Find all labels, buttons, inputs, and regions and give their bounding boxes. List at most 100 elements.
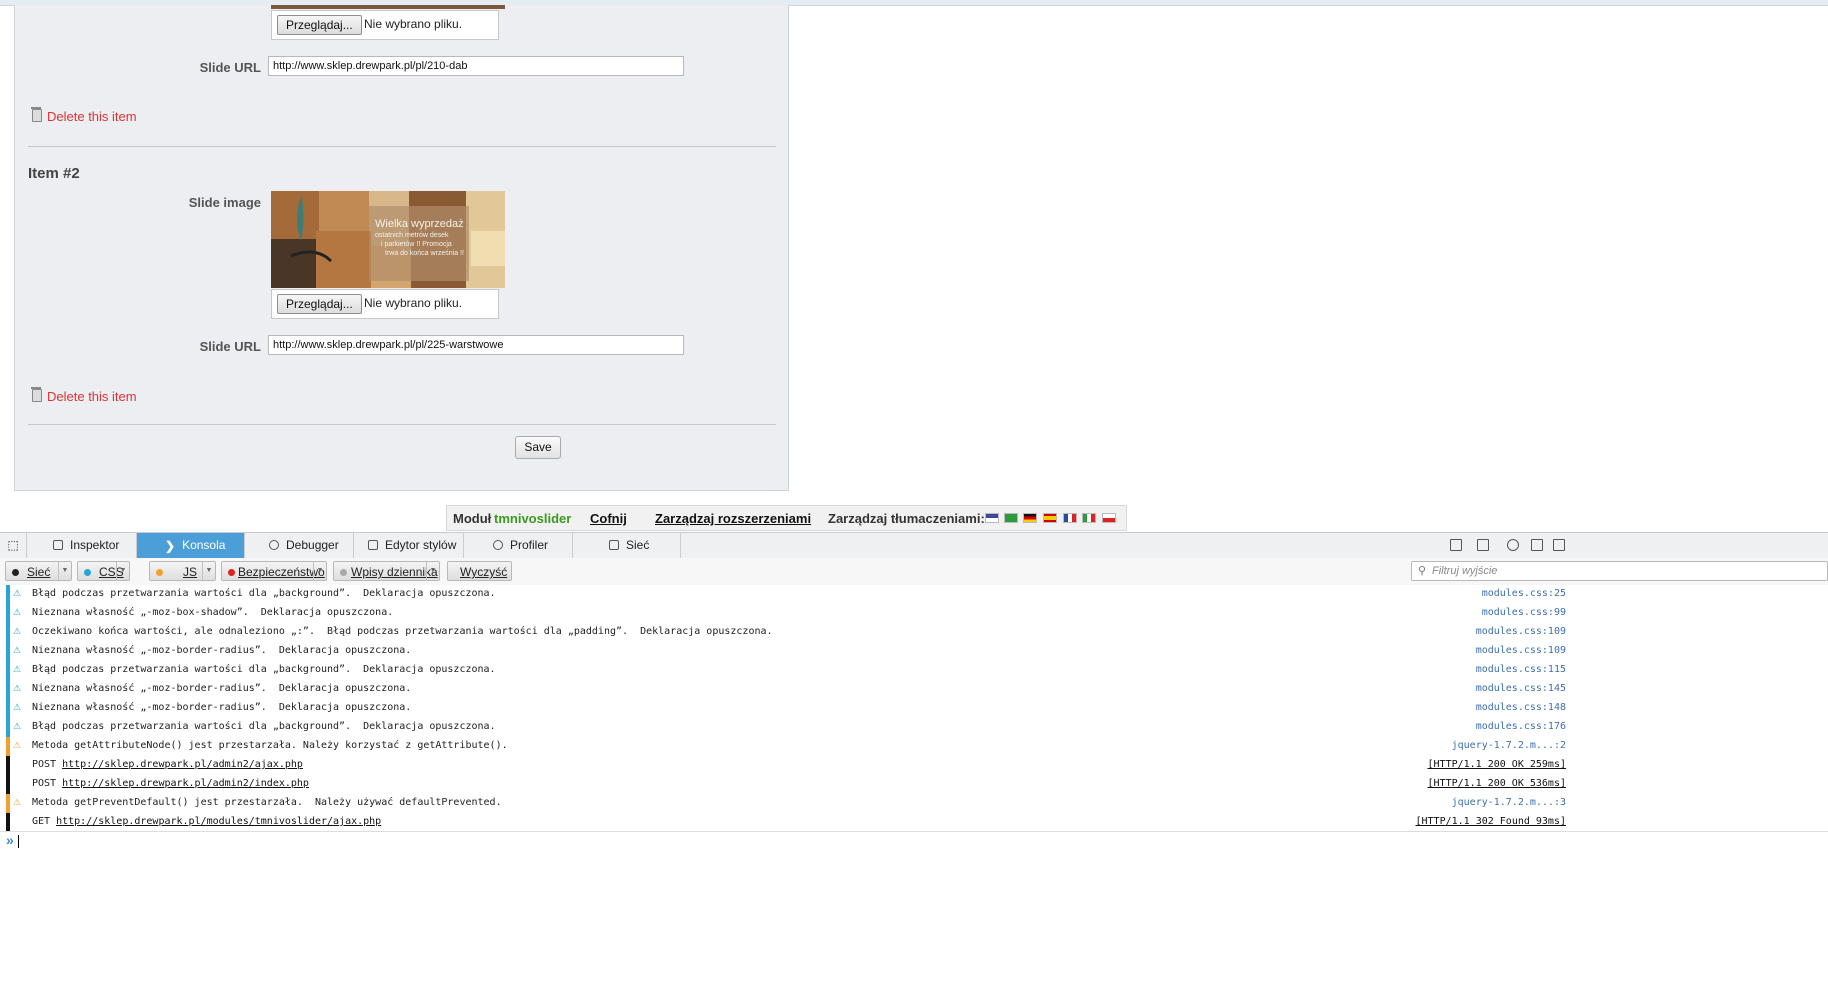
message-category-bar — [6, 699, 10, 718]
message-category-bar — [6, 718, 10, 737]
undock-window-icon[interactable] — [1553, 539, 1565, 551]
filter-js-button[interactable]: JS ▼ — [149, 561, 216, 581]
console-output: ⚠ Błąd podczas przetwarzania wartości dla… — [0, 585, 1828, 832]
filter-js-label: JS — [183, 565, 198, 579]
tab-console[interactable]: ❯ Konsola — [137, 533, 245, 558]
flag-en-icon[interactable] — [985, 513, 999, 523]
filter-log-button[interactable]: Wpisy dziennika ▼ — [333, 561, 440, 581]
save-button[interactable]: Save — [515, 436, 561, 459]
gear-icon[interactable] — [1507, 539, 1519, 551]
flag-fr-icon[interactable] — [1063, 513, 1077, 523]
svg-text:Wielka wyprzedaż: Wielka wyprzedaż — [375, 218, 464, 230]
chevron-down-icon[interactable]: ▼ — [202, 562, 215, 580]
manage-translations-label: Zarządzaj tłumaczeniami: — [828, 511, 985, 526]
console-filter-bar: Sieć ▼ CSS ▼ JS ▼ Bezpieczeństwo ▼ Wpisy dzi… — [0, 558, 1828, 586]
console-input[interactable]: » — [0, 831, 1828, 851]
message-source-link[interactable]: modules.css:109 — [1476, 645, 1566, 656]
flag-pl-icon[interactable] — [1102, 513, 1116, 523]
warning-icon: ⚠ — [13, 684, 22, 694]
flag-es-icon[interactable] — [1043, 513, 1057, 523]
manage-extensions-link[interactable]: Zarządzaj rozszerzeniami — [655, 511, 811, 526]
back-link[interactable]: Cofnij — [590, 511, 627, 526]
message-text: Metoda getAttributeNode() jest przestarz… — [32, 740, 508, 751]
chevron-down-icon[interactable]: ▼ — [313, 562, 326, 580]
warning-icon: ⚠ — [13, 798, 22, 808]
message-source-link[interactable]: jquery-1.7.2.m...:2 — [1452, 740, 1566, 751]
filter-log-label: Wpisy dziennika — [351, 565, 438, 579]
message-source-link[interactable]: modules.css:25 — [1482, 588, 1566, 599]
message-category-bar — [6, 756, 10, 775]
request-url-link[interactable]: http://sklep.drewpark.pl/admin2/ajax.php — [62, 759, 303, 770]
filter-output-input[interactable]: ⚲ Filtruj wyjście — [1411, 561, 1828, 581]
tab-network[interactable]: Sieć — [573, 533, 681, 558]
request-method: POST — [32, 759, 63, 770]
message-text: Nieznana własność „-moz-border-radius”. … — [32, 683, 412, 694]
item2-browse-button[interactable]: Przeglądaj... — [277, 294, 362, 314]
clear-button[interactable]: Wyczyść — [447, 561, 512, 581]
style-editor-icon — [368, 540, 378, 550]
message-source-link[interactable]: [HTTP/1.1 302 Found 93ms] — [1415, 816, 1566, 827]
net-dot-icon — [12, 569, 19, 576]
divider — [28, 146, 776, 147]
tab-profiler[interactable]: Profiler — [464, 533, 573, 558]
console-message-row: ⚠ Błąd podczas przetwarzania wartości dla… — [0, 585, 1828, 604]
item1-browse-button[interactable]: Przeglądaj... — [277, 15, 362, 35]
request-method: GET — [32, 816, 57, 827]
message-source-link[interactable]: modules.css:99 — [1482, 607, 1566, 618]
tab-debugger[interactable]: Debugger — [245, 533, 354, 558]
message-source-link[interactable]: jquery-1.7.2.m...:3 — [1452, 797, 1566, 808]
flag-br-icon[interactable] — [1004, 513, 1018, 523]
message-category-bar — [6, 813, 10, 832]
message-source-link[interactable]: [HTTP/1.1 200 OK 259ms] — [1428, 759, 1566, 770]
item2-delete-link[interactable]: Delete this item — [31, 387, 137, 404]
message-category-bar — [6, 623, 10, 642]
prompt-chevron-icon: » — [6, 832, 14, 848]
warning-icon: ⚠ — [13, 627, 22, 637]
module-toolbar: Moduł tmnivoslider Cofnij Zarządzaj rozs… — [446, 505, 1127, 531]
module-name: tmnivoslider — [494, 511, 572, 526]
trash-icon — [31, 107, 42, 122]
message-source-link[interactable]: modules.css:148 — [1476, 702, 1566, 713]
item1-delete-link[interactable]: Delete this item — [31, 107, 137, 124]
chevron-down-icon[interactable]: ▼ — [58, 562, 71, 580]
item2-delete-label: Delete this item — [47, 389, 137, 404]
item1-delete-label: Delete this item — [47, 109, 137, 124]
module-prefix: Moduł — [453, 511, 492, 526]
console-message-row: ⚠ Nieznana własność „-moz-border-radius”.… — [0, 642, 1828, 661]
item1-file-picker[interactable]: Przeglądaj... Nie wybrano pliku. — [271, 10, 499, 40]
message-source-link[interactable]: modules.css:115 — [1476, 664, 1566, 675]
debugger-icon — [269, 540, 279, 550]
item1-url-input[interactable]: http://www.sklep.drewpark.pl/pl/210-dab — [268, 56, 684, 76]
message-category-bar — [6, 661, 10, 680]
request-url-link[interactable]: http://sklep.drewpark.pl/admin2/index.ph… — [62, 778, 309, 789]
element-picker-icon[interactable]: ⬚ — [0, 533, 27, 558]
tab-inspector[interactable]: Inspektor — [27, 533, 137, 558]
chevron-down-icon[interactable]: ▼ — [426, 562, 439, 580]
message-source-link[interactable]: [HTTP/1.1 200 OK 536ms] — [1428, 778, 1566, 789]
console-message-row: ⚠ Nieznana własność „-moz-border-radius”.… — [0, 699, 1828, 718]
wood-collage-image: Wielka wyprzedaż ostatnich metrów desek … — [271, 191, 505, 288]
request-url-link[interactable]: http://sklep.drewpark.pl/modules/tmnivos… — [56, 816, 381, 827]
item2-file-picker[interactable]: Przeglądaj... Nie wybrano pliku. — [271, 289, 499, 319]
dock-side-icon[interactable] — [1531, 539, 1543, 551]
filter-net-button[interactable]: Sieć ▼ — [5, 561, 72, 581]
message-source-link[interactable]: modules.css:176 — [1476, 721, 1566, 732]
split-console-icon[interactable] — [1450, 539, 1462, 551]
inspector-icon — [53, 540, 63, 550]
filter-security-label: Bezpieczeństwo — [238, 565, 325, 579]
console-message-row: ⚠ Oczekiwano końca wartości, ale odnalezi… — [0, 623, 1828, 642]
filter-security-button[interactable]: Bezpieczeństwo ▼ — [221, 561, 327, 581]
message-source-link[interactable]: modules.css:145 — [1476, 683, 1566, 694]
chevron-down-icon[interactable]: ▼ — [116, 562, 129, 580]
flag-it-icon[interactable] — [1082, 513, 1096, 523]
console-chevron-icon: ❯ — [165, 539, 176, 553]
item2-url-input[interactable]: http://www.sklep.drewpark.pl/pl/225-wars… — [268, 335, 684, 355]
tab-label: Debugger — [286, 538, 339, 552]
responsive-icon[interactable] — [1477, 539, 1489, 551]
flag-de-icon[interactable] — [1023, 513, 1037, 523]
tab-style-editor[interactable]: Edytor stylów — [354, 533, 464, 558]
filter-css-button[interactable]: CSS ▼ — [77, 561, 130, 581]
warning-icon: ⚠ — [13, 703, 22, 713]
message-source-link[interactable]: modules.css:109 — [1476, 626, 1566, 637]
message-text: Błąd podczas przetwarzania wartości dla … — [32, 588, 496, 599]
